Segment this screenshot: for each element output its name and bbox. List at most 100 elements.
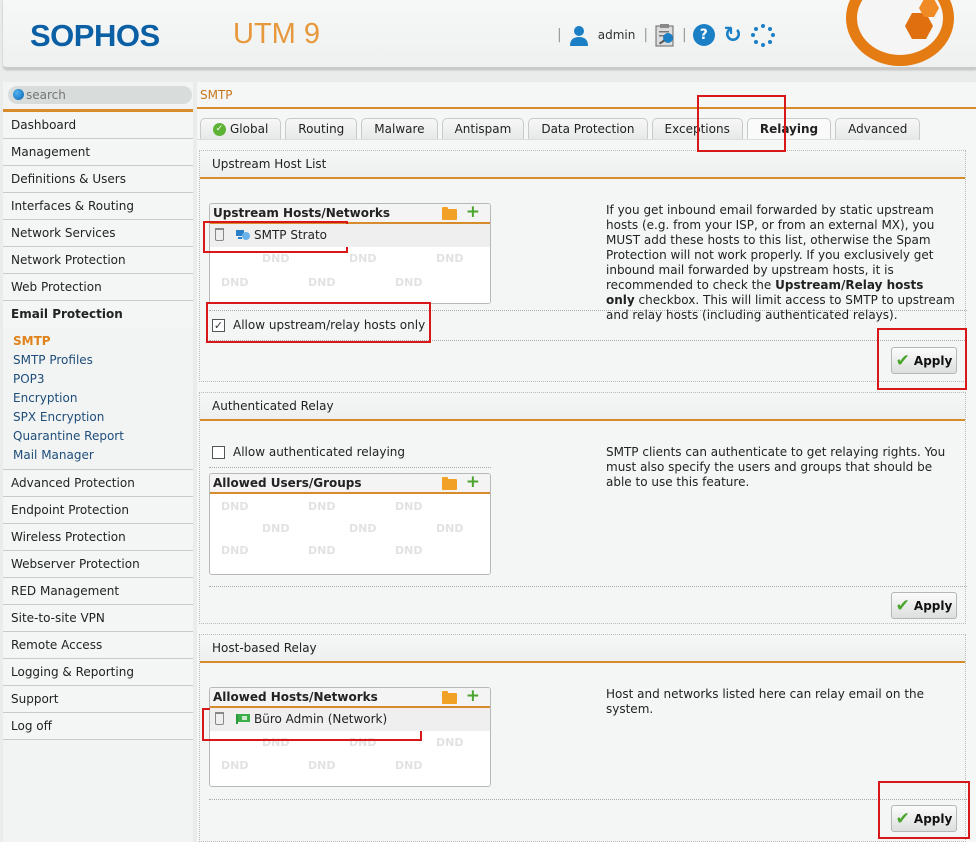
- apply-button[interactable]: ✔ Apply: [891, 592, 957, 619]
- list-item[interactable]: SMTP Strato: [210, 224, 490, 247]
- sidebar-item-definitions-users[interactable]: Definitions & Users: [3, 166, 193, 193]
- dnd-watermark: DND: [395, 544, 423, 557]
- allow-auth-relay-checkbox[interactable]: [212, 445, 225, 459]
- dnd-drop-area[interactable]: DND DND DND DND DND DND DND DND DND: [210, 494, 490, 574]
- separator: |: [643, 27, 649, 43]
- dnd-watermark: DND: [262, 522, 290, 535]
- search-input[interactable]: [26, 88, 176, 102]
- user-icon[interactable]: [568, 24, 590, 46]
- trash-icon[interactable]: [215, 228, 224, 241]
- product-name: UTM 9: [233, 18, 320, 50]
- section-title: Host-based Relay: [200, 635, 965, 663]
- dnd-watermark: DND: [308, 544, 336, 557]
- folder-icon[interactable]: [442, 691, 457, 704]
- tab-global[interactable]: ✓ Global: [200, 118, 282, 140]
- sidebar-item-advanced-protection[interactable]: Advanced Protection: [3, 470, 193, 497]
- sidebar-item-support[interactable]: Support: [3, 686, 193, 713]
- sidebar-item-web-protection[interactable]: Web Protection: [3, 274, 193, 301]
- checkbox-label: Allow authenticated relaying: [233, 445, 406, 459]
- box-title-text: Allowed Users/Groups: [213, 476, 362, 490]
- list-item[interactable]: Büro Admin (Network): [210, 708, 490, 731]
- dnd-watermark: DND: [436, 522, 464, 535]
- dotted-divider: [209, 799, 967, 800]
- search-box[interactable]: [8, 86, 192, 104]
- tab-malware[interactable]: Malware: [361, 118, 438, 140]
- folder-icon[interactable]: [442, 477, 457, 490]
- sidebar-subitem-smtp[interactable]: SMTP: [13, 332, 193, 351]
- dnd-watermark: DND: [262, 736, 290, 749]
- dnd-watermark: DND: [395, 759, 423, 772]
- tab-routing[interactable]: Routing: [285, 118, 358, 140]
- allow-upstream-only-checkbox[interactable]: ✓: [212, 318, 225, 332]
- authenticated-relay-section: Authenticated Relay Allow authenticated …: [199, 392, 967, 624]
- dnd-watermark: DND: [349, 252, 377, 265]
- reload-icon[interactable]: ↻: [721, 23, 745, 48]
- sidebar-subitem-encryption[interactable]: Encryption: [13, 389, 193, 408]
- upstream-hosts-box: Upstream Hosts/Networks + SMTP Strato DND…: [209, 203, 491, 304]
- username[interactable]: admin: [598, 28, 636, 42]
- section-title: Authenticated Relay: [200, 393, 965, 421]
- sidebar-subitem-quarantine-report[interactable]: Quarantine Report: [13, 427, 193, 446]
- dnd-watermark: DND: [395, 276, 423, 289]
- checkmark-icon: ✔: [895, 350, 910, 371]
- sidebar-item-site-to-site-vpn[interactable]: Site-to-site VPN: [3, 605, 193, 632]
- sidebar-item-email-protection[interactable]: Email Protection: [3, 301, 193, 328]
- activity-spinner-icon: [750, 23, 775, 47]
- tab-relaying[interactable]: Relaying: [746, 118, 832, 140]
- sidebar-item-remote-access[interactable]: Remote Access: [3, 632, 193, 659]
- tab-advanced[interactable]: Advanced: [835, 118, 921, 140]
- entry-label: Büro Admin (Network): [254, 712, 388, 726]
- email-protection-submenu: SMTP SMTP Profiles POP3 Encryption SPX E…: [3, 328, 193, 470]
- dnd-watermark: DND: [221, 276, 249, 289]
- entry-label: SMTP Strato: [254, 228, 328, 242]
- sidebar-item-network-protection[interactable]: Network Protection: [3, 247, 193, 274]
- sidebar-item-wireless-protection[interactable]: Wireless Protection: [3, 524, 193, 551]
- online-help-clipboard-icon[interactable]: [654, 23, 676, 47]
- help-icon[interactable]: ?: [692, 24, 715, 46]
- add-icon[interactable]: +: [466, 688, 480, 706]
- sidebar-subitem-mail-manager[interactable]: Mail Manager: [13, 446, 193, 465]
- dnd-watermark: DND: [349, 522, 377, 535]
- sidebar-subitem-pop3[interactable]: POP3: [13, 370, 193, 389]
- dnd-watermark: DND: [308, 276, 336, 289]
- allow-upstream-only-row[interactable]: ✓ Allow upstream/relay hosts only: [212, 318, 425, 332]
- box-title: Upstream Hosts/Networks +: [210, 204, 490, 224]
- dnd-drop-area[interactable]: Büro Admin (Network) DND DND DND DND DND…: [210, 708, 490, 786]
- sidebar-item-management[interactable]: Management: [3, 139, 193, 166]
- sidebar-item-logging-reporting[interactable]: Logging & Reporting: [3, 659, 193, 686]
- sidebar: Dashboard Management Definitions & Users…: [3, 82, 193, 842]
- trash-icon[interactable]: [215, 712, 224, 725]
- separator: |: [682, 27, 687, 43]
- apply-button[interactable]: ✔ Apply: [891, 347, 957, 374]
- dnd-watermark: DND: [349, 736, 377, 749]
- sidebar-item-endpoint-protection[interactable]: Endpoint Protection: [3, 497, 193, 524]
- sidebar-item-log-off[interactable]: Log off: [3, 713, 193, 740]
- tab-exceptions[interactable]: Exceptions: [651, 118, 743, 140]
- sidebar-subitem-smtp-profiles[interactable]: SMTP Profiles: [13, 351, 193, 370]
- checkmark-icon: ✔: [895, 595, 910, 616]
- tab-data-protection[interactable]: Data Protection: [528, 118, 648, 140]
- folder-icon[interactable]: [442, 207, 457, 220]
- sidebar-item-interfaces-routing[interactable]: Interfaces & Routing: [3, 193, 193, 220]
- dnd-drop-area[interactable]: SMTP Strato DND DND DND DND DND DND: [210, 224, 490, 303]
- sidebar-item-dashboard[interactable]: Dashboard: [3, 112, 193, 139]
- host-relay-description: Host and networks listed here can relay …: [606, 687, 925, 716]
- dotted-divider: [209, 340, 967, 341]
- checkbox-label: Allow upstream/relay hosts only: [233, 318, 426, 332]
- allow-auth-relay-row[interactable]: Allow authenticated relaying: [212, 445, 405, 459]
- sidebar-item-network-services[interactable]: Network Services: [3, 220, 193, 247]
- tab-label: Global: [230, 122, 269, 136]
- add-icon[interactable]: +: [466, 204, 480, 222]
- sidebar-item-red-management[interactable]: RED Management: [3, 578, 193, 605]
- breadcrumb-divider: [197, 107, 976, 109]
- dnd-watermark: DND: [262, 252, 290, 265]
- apply-button[interactable]: ✔ Apply: [891, 805, 957, 832]
- dnd-watermark: DND: [221, 759, 249, 772]
- add-icon[interactable]: +: [466, 474, 480, 492]
- sidebar-subitem-spx-encryption[interactable]: SPX Encryption: [13, 408, 193, 427]
- tab-antispam[interactable]: Antispam: [441, 118, 525, 140]
- box-title-text: Upstream Hosts/Networks: [213, 206, 391, 220]
- sidebar-item-webserver-protection[interactable]: Webserver Protection: [3, 551, 193, 578]
- network-icon: [236, 714, 250, 724]
- sophos-badge-logo: [846, 0, 954, 66]
